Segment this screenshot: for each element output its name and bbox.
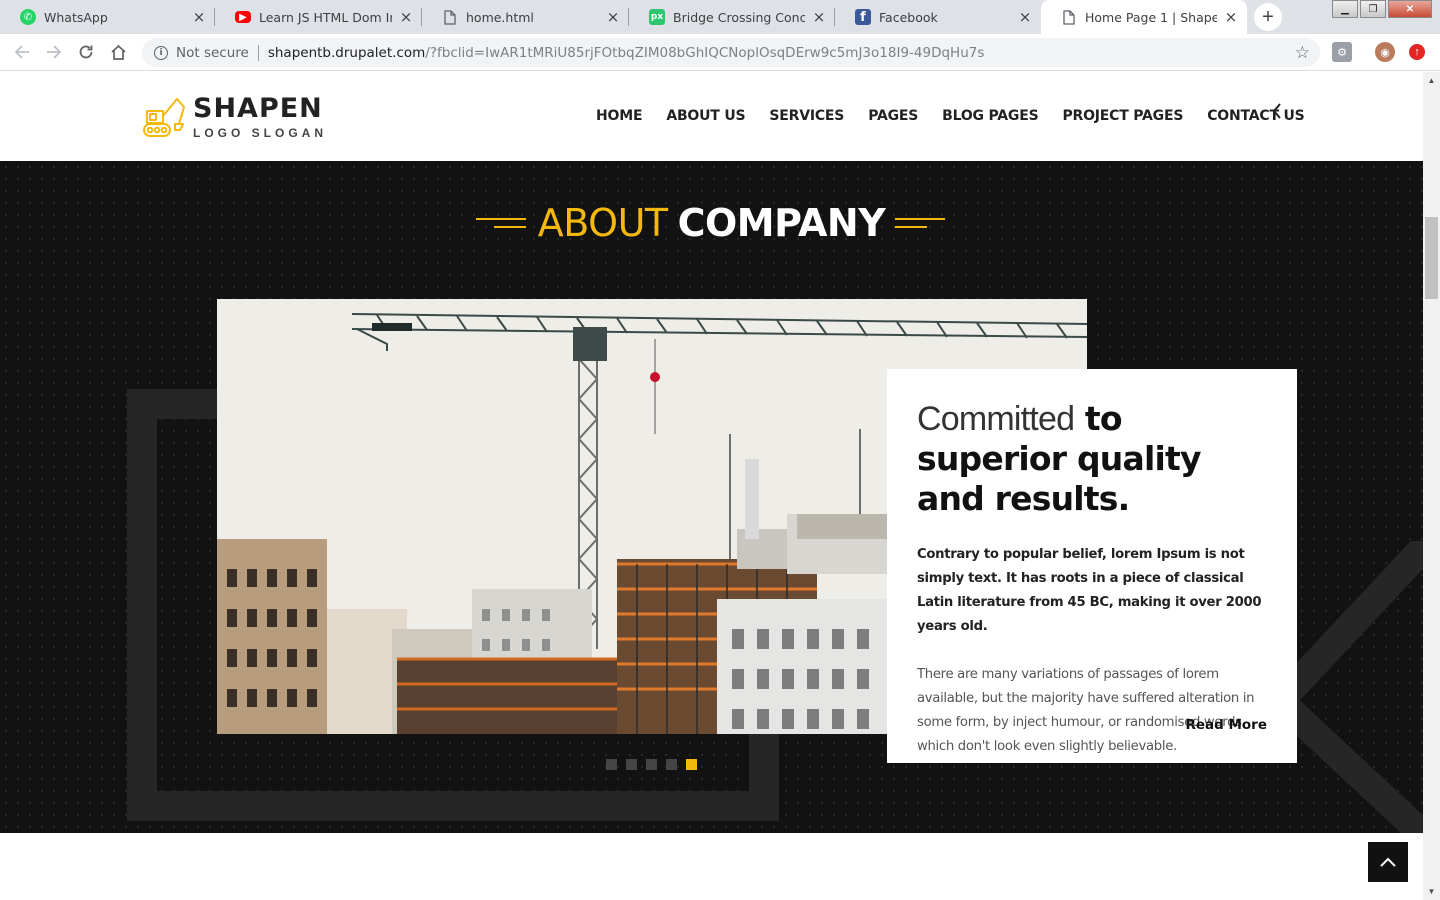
plus-icon: + — [1262, 5, 1274, 28]
menu-contact-us[interactable]: CONTACT US — [1207, 108, 1305, 124]
document-icon — [1061, 9, 1077, 25]
security-label: Not secure — [176, 44, 249, 61]
scroll-to-top-button[interactable] — [1368, 842, 1408, 882]
card-intro-text: Contrary to popular belief, lorem Ipsum … — [917, 547, 1262, 634]
chevron-up-icon — [1380, 857, 1396, 867]
forward-arrow-icon[interactable] — [42, 40, 66, 64]
whatsapp-icon: ✆ — [20, 9, 36, 25]
logo-name: SHAPEN — [193, 92, 323, 124]
card-body-text: There are many variations of passages of… — [917, 667, 1255, 754]
update-icon[interactable]: ↑ — [1409, 44, 1425, 60]
menu-about-us[interactable]: ABOUT US — [666, 108, 745, 124]
scroll-up-arrow-icon[interactable]: ▲ — [1423, 72, 1440, 89]
window-close-button[interactable]: ✕ — [1388, 0, 1432, 18]
main-menu: HOME ABOUT US SERVICES PAGES BLOG PAGES … — [596, 108, 1329, 124]
close-tab-icon[interactable]: × — [398, 8, 414, 26]
slide-dot-2[interactable] — [626, 759, 637, 770]
slide-dot-4[interactable] — [666, 759, 677, 770]
close-tab-icon[interactable]: × — [191, 8, 207, 26]
youtube-icon: ▶ — [235, 11, 251, 23]
bookmark-star-icon[interactable]: ☆ — [1295, 43, 1310, 63]
tab-title: Bridge Crossing Concrete - — [673, 9, 805, 25]
address-bar[interactable]: i Not secure shapentb.drupalet.com/?fbcl… — [142, 38, 1320, 67]
slide-dot-5-active[interactable] — [686, 759, 697, 770]
page-scrollbar[interactable]: ▲ ▼ — [1423, 72, 1440, 900]
tab-title: Learn JS HTML Dom In Ara — [259, 9, 392, 25]
excavator-icon — [143, 98, 185, 137]
about-card: Committed to superior quality and result… — [887, 369, 1297, 763]
back-arrow-icon[interactable] — [10, 40, 34, 64]
url-path: /?fbclid=IwAR1tMRiU85rjFOtbqZIM08bGhIQCN… — [425, 44, 985, 61]
tab-title: Home Page 1 | Shapen - C — [1085, 9, 1217, 25]
read-more-link[interactable]: Read More — [1185, 717, 1267, 733]
tab-pixabay[interactable]: px Bridge Crossing Concrete - × — [629, 0, 835, 34]
close-tab-icon[interactable]: × — [811, 8, 827, 26]
new-tab-button[interactable]: + — [1254, 3, 1282, 31]
about-company-section: ABOUT COMPANY Committed to superior qual… — [0, 161, 1423, 833]
slide-dot-3[interactable] — [646, 759, 657, 770]
menu-home[interactable]: HOME — [596, 108, 643, 124]
close-tab-icon[interactable]: × — [1223, 8, 1239, 26]
home-icon[interactable] — [106, 40, 130, 64]
tab-title: home.html — [466, 9, 534, 25]
reload-icon[interactable] — [74, 40, 98, 64]
browser-toolbar: i Not secure shapentb.drupalet.com/?fbcl… — [0, 34, 1440, 71]
menu-blog-pages[interactable]: BLOG PAGES — [942, 108, 1039, 124]
tab-whatsapp[interactable]: ✆ WhatsApp × — [0, 0, 215, 34]
menu-pages[interactable]: PAGES — [868, 108, 918, 124]
minimize-button[interactable]: ▁ — [1332, 0, 1358, 18]
menu-services[interactable]: SERVICES — [769, 108, 844, 124]
pixabay-icon: px — [649, 9, 665, 25]
maximize-button[interactable]: ❐ — [1360, 0, 1386, 18]
menu-project-pages[interactable]: PROJECT PAGES — [1062, 108, 1183, 124]
title-decoration-left — [475, 216, 528, 230]
close-tab-icon[interactable]: × — [1017, 8, 1033, 26]
title-light: ABOUT — [537, 201, 668, 245]
extension-icon[interactable]: ⚙ — [1332, 42, 1352, 62]
card-heading-light: Committed — [917, 400, 1075, 438]
tab-title: WhatsApp — [44, 9, 108, 25]
window-controls: ▁ ❐ ✕ — [1330, 0, 1432, 18]
document-icon — [442, 9, 458, 25]
scroll-down-arrow-icon[interactable]: ▼ — [1423, 883, 1440, 900]
browser-tabstrip: ✆ WhatsApp × ▶ Learn JS HTML Dom In Ara … — [0, 0, 1440, 34]
info-icon[interactable]: i — [154, 45, 168, 60]
tab-title: Facebook — [879, 9, 938, 25]
section-title: ABOUT COMPANY — [0, 201, 1423, 245]
title-bold: COMPANY — [677, 201, 886, 245]
facebook-icon: f — [855, 9, 871, 25]
tab-home-html[interactable]: home.html × — [422, 0, 629, 34]
tab-facebook[interactable]: f Facebook × — [835, 0, 1041, 34]
site-header: SHAPEN LOGO SLOGAN HOME ABOUT US SERVICE… — [0, 72, 1423, 161]
chevron-left-icon[interactable] — [1272, 103, 1282, 124]
page-viewport: SHAPEN LOGO SLOGAN HOME ABOUT US SERVICE… — [0, 72, 1423, 900]
scrollbar-thumb[interactable] — [1425, 217, 1438, 299]
tab-shapen-active[interactable]: Home Page 1 | Shapen - C × — [1041, 0, 1247, 34]
close-tab-icon[interactable]: × — [605, 8, 621, 26]
logo-slogan: LOGO SLOGAN — [193, 125, 327, 140]
site-logo[interactable]: SHAPEN LOGO SLOGAN — [141, 94, 327, 140]
tab-youtube[interactable]: ▶ Learn JS HTML Dom In Ara × — [215, 0, 422, 34]
title-decoration-right — [895, 216, 947, 230]
slide-dot-1[interactable] — [606, 759, 617, 770]
url-host: shapentb.drupalet.com — [267, 44, 426, 61]
slider-pagination — [606, 759, 706, 770]
avatar[interactable]: ◉ — [1375, 42, 1395, 62]
card-heading: Committed to superior quality and result… — [917, 399, 1267, 519]
